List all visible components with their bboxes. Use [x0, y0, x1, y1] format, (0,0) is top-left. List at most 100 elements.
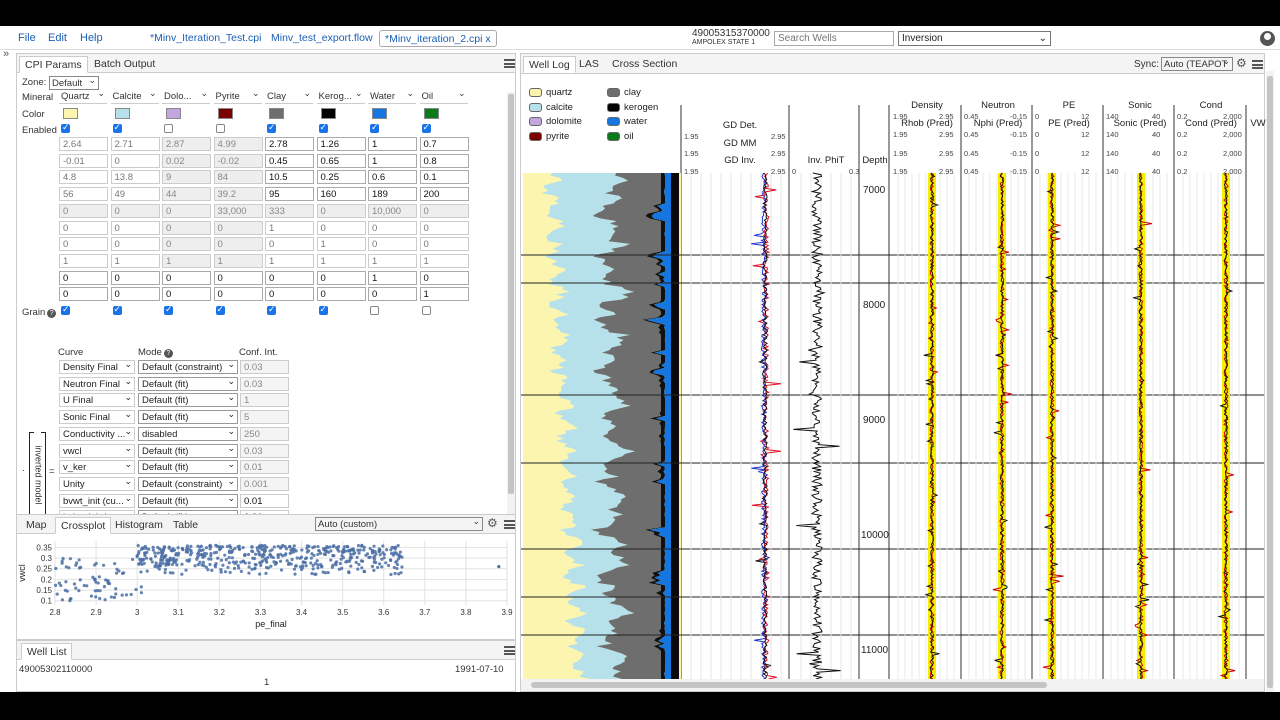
mineral-value-cell[interactable]: 189 [368, 187, 417, 202]
mineral-value-cell[interactable]: 1 [110, 253, 160, 268]
mineral-value-cell[interactable]: 0 [213, 270, 263, 285]
menu-icon[interactable] [1252, 60, 1263, 69]
mode-select[interactable]: Default (fit) [138, 393, 238, 408]
curve-select[interactable]: Unity [59, 476, 135, 491]
scrollbar-thumb[interactable] [508, 94, 514, 494]
mineral-value-cell[interactable]: 1 [368, 253, 417, 268]
mineral-color-swatch[interactable] [217, 108, 233, 119]
menu-icon[interactable] [504, 59, 515, 68]
enabled-checkbox[interactable] [112, 122, 122, 133]
mineral-value-cell[interactable]: 0 [110, 237, 160, 252]
help-icon[interactable]: ? [47, 309, 57, 318]
collapse-panel-icon[interactable]: » [3, 48, 9, 60]
mineral-value-cell[interactable]: 2.78 [265, 137, 314, 151]
mineral-value-cell[interactable]: 0.7 [419, 137, 469, 151]
mineral-value-cell[interactable]: 0.6 [368, 170, 417, 185]
mode-select[interactable]: Default (constraint) [138, 476, 238, 491]
file-tab-2[interactable]: Minv_test_export.flow [266, 30, 378, 47]
mineral-value-cell[interactable]: 2.87 [162, 137, 211, 151]
tab-cross-section[interactable]: Cross Section [607, 56, 682, 73]
mode-select[interactable]: Inversion ⌄ [898, 31, 1051, 46]
mineral-value-cell[interactable]: 0 [110, 287, 160, 302]
tab-histogram[interactable]: Histogram [110, 517, 168, 534]
mode-select[interactable]: disabled [138, 426, 238, 441]
mineral-value-cell[interactable]: 0 [162, 203, 211, 218]
mineral-value-cell[interactable]: 0 [162, 220, 211, 235]
mineral-value-cell[interactable]: 0 [316, 287, 366, 302]
grain-checkbox[interactable] [164, 304, 173, 315]
mineral-value-cell[interactable]: 10,000 [368, 203, 417, 218]
help-icon[interactable]: ? [163, 349, 173, 358]
mineral-value-cell[interactable]: 0 [316, 270, 366, 285]
mineral-value-cell[interactable]: 33,000 [213, 203, 263, 218]
conf-int-input[interactable]: 1 [240, 393, 289, 408]
curve-select[interactable]: Density Final [59, 360, 135, 374]
mineral-value-cell[interactable]: 0.8 [419, 153, 469, 168]
mineral-value-cell[interactable]: 0 [368, 287, 417, 302]
mineral-value-cell[interactable]: 0 [213, 287, 263, 302]
mineral-value-cell[interactable]: 0 [162, 270, 211, 285]
file-tab-1[interactable]: *Minv_Iteration_Test.cpi [145, 30, 266, 47]
mineral-color-swatch[interactable] [372, 108, 387, 119]
mineral-value-cell[interactable]: 0 [162, 237, 211, 252]
tab-map[interactable]: Map [21, 517, 51, 534]
tab-batch-output[interactable]: Batch Output [89, 56, 160, 73]
conf-int-input[interactable]: 0.01 [240, 493, 289, 508]
mineral-value-cell[interactable]: 0 [110, 220, 160, 235]
mineral-color-swatch[interactable] [166, 108, 181, 119]
gear-icon[interactable]: ⚙ [487, 516, 498, 530]
enabled-checkbox[interactable] [215, 124, 225, 133]
mineral-value-cell[interactable]: 0 [368, 237, 417, 252]
enabled-checkbox[interactable] [370, 122, 379, 133]
menu-icon[interactable] [504, 520, 515, 529]
mineral-value-cell[interactable]: 1 [316, 253, 366, 268]
mineral-value-cell[interactable]: 0 [316, 203, 366, 218]
curve-select[interactable]: Conductivity ... [59, 426, 135, 441]
mineral-value-cell[interactable]: 13.8 [110, 170, 160, 185]
mineral-value-cell[interactable]: 4.99 [213, 137, 263, 151]
mode-select[interactable]: Default (fit) [138, 376, 238, 391]
mineral-value-cell[interactable]: 0 [110, 270, 160, 285]
grain-checkbox[interactable] [370, 306, 379, 315]
mineral-value-cell[interactable]: 0 [265, 237, 314, 252]
grain-checkbox[interactable] [61, 304, 70, 315]
gear-icon[interactable]: ⚙ [1236, 56, 1247, 70]
mode-select[interactable]: Default (fit) [138, 410, 238, 425]
mineral-value-cell[interactable]: 1 [368, 153, 417, 168]
mineral-value-cell[interactable]: 1 [368, 270, 417, 285]
mineral-value-cell[interactable]: 160 [316, 187, 366, 202]
grain-checkbox[interactable] [318, 304, 328, 315]
curve-select[interactable]: bvwt_init (cu... [59, 493, 135, 508]
mineral-value-cell[interactable]: 56 [59, 187, 108, 202]
mineral-value-cell[interactable]: 0 [265, 270, 314, 285]
enabled-checkbox[interactable] [164, 124, 173, 133]
grain-checkbox[interactable] [421, 306, 431, 315]
mineral-value-cell[interactable]: 4.8 [59, 170, 108, 185]
mineral-header-1[interactable]: Calcite [110, 90, 159, 104]
tab-well-log[interactable]: Well Log [523, 56, 576, 73]
conf-int-input[interactable]: 0.03 [240, 360, 289, 374]
curve-select[interactable]: Neutron Final [59, 376, 135, 391]
curve-select[interactable]: U Final [59, 393, 135, 408]
mineral-header-2[interactable]: Dolo... [162, 90, 210, 104]
conf-int-input[interactable]: 0.03 [240, 443, 289, 458]
mineral-value-cell[interactable]: 0.45 [265, 153, 314, 168]
grain-checkbox[interactable] [215, 304, 225, 315]
mineral-value-cell[interactable]: 1 [419, 287, 469, 302]
user-icon[interactable] [1260, 31, 1275, 46]
mineral-value-cell[interactable]: 39.2 [213, 187, 263, 202]
mineral-value-cell[interactable]: 10.5 [265, 170, 314, 185]
grain-checkbox[interactable] [267, 304, 276, 315]
mineral-value-cell[interactable]: 0 [59, 270, 108, 285]
mineral-color-swatch[interactable] [63, 108, 78, 119]
mineral-value-cell[interactable]: 9 [162, 170, 211, 185]
mineral-value-cell[interactable]: 0 [419, 203, 469, 218]
mineral-value-cell[interactable]: 0 [213, 237, 263, 252]
mineral-value-cell[interactable]: 0 [213, 220, 263, 235]
mineral-value-cell[interactable]: 2.71 [110, 137, 160, 151]
crossplot-chart[interactable]: 2.8 2.9 3 3.1 3.2 3.3 3.4 3.5 3.6 3.7 3.8 3.9 0.35 0.… [17, 535, 515, 641]
mineral-value-cell[interactable]: 0 [316, 220, 366, 235]
mineral-value-cell[interactable]: 1 [213, 253, 263, 268]
mineral-value-cell[interactable]: 0 [368, 220, 417, 235]
horizontal-scrollbar[interactable] [521, 679, 1264, 691]
